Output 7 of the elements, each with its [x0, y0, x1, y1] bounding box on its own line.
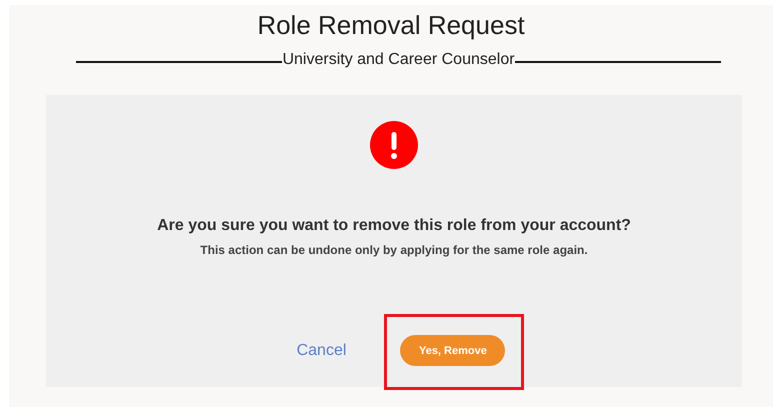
remove-button[interactable]: Yes, Remove	[400, 335, 506, 366]
confirm-note: This action can be undone only by applying for the same role again.	[200, 243, 588, 257]
role-subtitle: University and Career Counselor	[282, 50, 515, 70]
confirm-question: Are you sure you want to remove this role from your account?	[157, 217, 631, 235]
cancel-link[interactable]: Cancel	[296, 342, 346, 360]
alert-icon	[370, 121, 418, 169]
page-title: Role Removal Request	[257, 9, 525, 42]
